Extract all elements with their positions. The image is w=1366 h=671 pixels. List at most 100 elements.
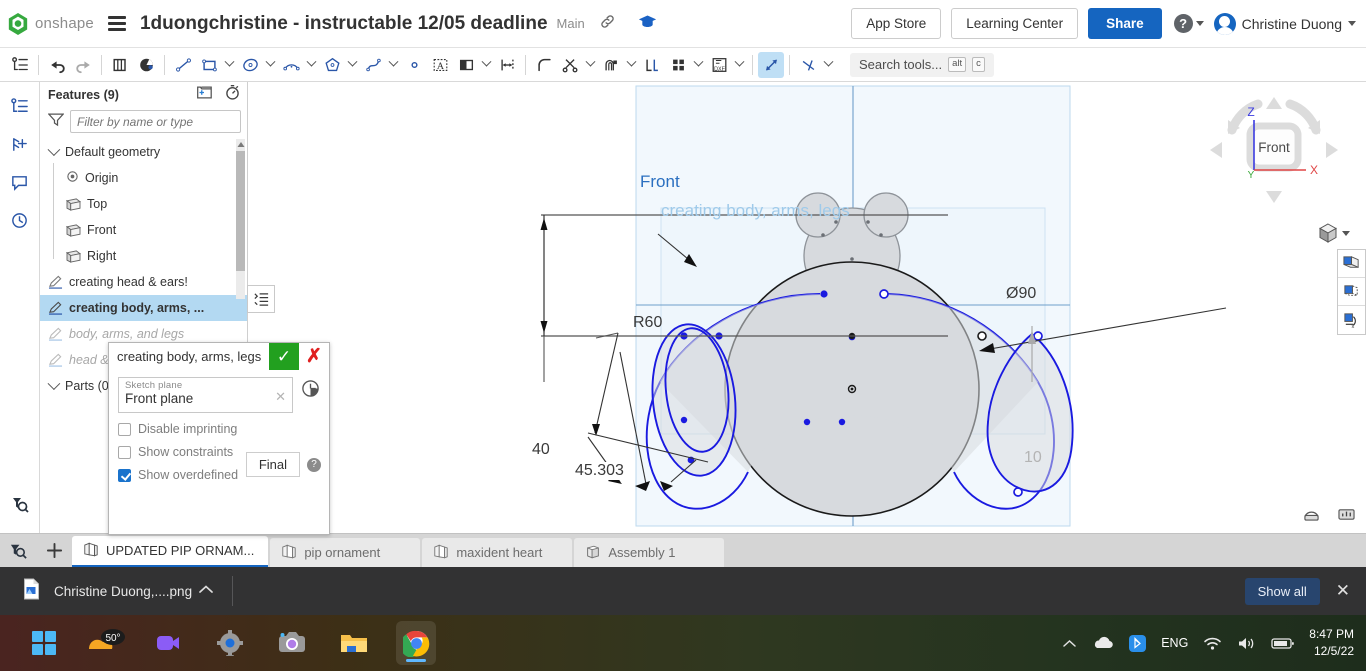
chevron-down-icon[interactable] bbox=[386, 52, 401, 78]
arm-angle-dimension-label[interactable]: 45.303 bbox=[573, 462, 626, 480]
app-store-button[interactable]: App Store bbox=[851, 8, 942, 39]
clock-icon[interactable] bbox=[301, 379, 320, 403]
sketch-plane-field[interactable]: Sketch plane Front plane ✕ bbox=[118, 377, 293, 413]
help-menu[interactable]: ? bbox=[1173, 14, 1204, 33]
mirror-tool-icon[interactable] bbox=[453, 52, 479, 78]
radius-dimension-label[interactable]: R60 bbox=[633, 314, 662, 332]
redo-icon[interactable] bbox=[70, 52, 96, 78]
diameter-dimension-label[interactable]: Ø90 bbox=[1006, 285, 1036, 303]
disable-imprinting-row[interactable]: Disable imprinting bbox=[118, 422, 320, 436]
pattern-tool-icon[interactable] bbox=[665, 52, 691, 78]
tree-item-top[interactable]: Top bbox=[40, 191, 247, 217]
user-menu[interactable]: Christine Duong bbox=[1213, 12, 1356, 35]
onedrive-icon[interactable] bbox=[1092, 636, 1114, 650]
bluetooth-icon[interactable] bbox=[1129, 634, 1147, 652]
offset-tool-icon[interactable] bbox=[598, 52, 624, 78]
final-button[interactable]: Final bbox=[245, 452, 300, 477]
circle-tool-icon[interactable] bbox=[237, 52, 263, 78]
chevron-down-icon[interactable] bbox=[624, 52, 639, 78]
onshape-logo-icon[interactable] bbox=[7, 12, 29, 36]
polygon-tool-icon[interactable] bbox=[319, 52, 345, 78]
tree-item-front[interactable]: Front bbox=[40, 217, 247, 243]
share-button[interactable]: Share bbox=[1088, 8, 1162, 39]
sidebar-feature-list-icon[interactable] bbox=[5, 90, 35, 122]
chevron-down-icon[interactable] bbox=[304, 52, 319, 78]
hidden-edges-icon[interactable] bbox=[1338, 278, 1365, 306]
tree-item-sketch-head-ears[interactable]: creating head & ears! bbox=[40, 269, 247, 295]
feature-list-toggle-button[interactable] bbox=[247, 285, 275, 313]
spline-tool-icon[interactable] bbox=[360, 52, 386, 78]
tab-maxident-heart[interactable]: maxident heart bbox=[422, 538, 573, 567]
chevron-down-icon[interactable] bbox=[821, 52, 836, 78]
sketch-color-icon[interactable] bbox=[133, 52, 159, 78]
settings-icon[interactable] bbox=[210, 621, 250, 665]
filter-icon[interactable] bbox=[47, 112, 65, 132]
transform-tool-icon[interactable] bbox=[758, 51, 784, 78]
link-icon[interactable] bbox=[599, 13, 616, 35]
stopwatch-icon[interactable] bbox=[224, 84, 241, 106]
offset-dimension-label[interactable]: 10 bbox=[1024, 449, 1042, 467]
weather-widget[interactable]: 50° bbox=[86, 621, 126, 665]
line-tool-icon[interactable] bbox=[170, 52, 196, 78]
wifi-icon[interactable] bbox=[1203, 636, 1222, 651]
sidebar-search-icon[interactable] bbox=[5, 488, 35, 520]
arc-tool-icon[interactable] bbox=[278, 52, 304, 78]
show-overdefined-checkbox[interactable] bbox=[118, 468, 131, 482]
chevron-down-icon[interactable] bbox=[345, 52, 360, 78]
document-title[interactable]: 1duongchristine - instructable 12/05 dea… bbox=[140, 13, 548, 35]
tab-assembly-1[interactable]: Assembly 1 bbox=[574, 538, 725, 567]
instrument-panel-icon[interactable] bbox=[1337, 506, 1356, 527]
tab-search-icon[interactable] bbox=[0, 533, 36, 567]
tree-item-right[interactable]: Right bbox=[40, 243, 247, 269]
copy-sketch-icon[interactable] bbox=[107, 52, 133, 78]
rectangle-tool-icon[interactable] bbox=[196, 52, 222, 78]
sidebar-comments-icon[interactable] bbox=[5, 166, 35, 198]
measure-icon[interactable]: x bbox=[1338, 306, 1365, 334]
fillet-tool-icon[interactable] bbox=[531, 52, 557, 78]
chevron-down-icon[interactable] bbox=[263, 52, 278, 78]
graduation-cap-icon[interactable] bbox=[638, 13, 657, 35]
hamburger-icon[interactable] bbox=[107, 13, 126, 34]
add-folder-icon[interactable] bbox=[195, 85, 213, 105]
text-tool-icon[interactable]: A bbox=[427, 52, 453, 78]
close-icon[interactable]: ✕ bbox=[1336, 581, 1350, 601]
filter-input[interactable] bbox=[70, 110, 241, 133]
disable-imprinting-checkbox[interactable] bbox=[118, 422, 131, 436]
tray-overflow-icon[interactable] bbox=[1062, 638, 1077, 649]
chevron-down-icon[interactable] bbox=[732, 52, 747, 78]
import-dxf-icon[interactable]: DXF bbox=[706, 52, 732, 78]
teams-icon[interactable] bbox=[148, 621, 188, 665]
chevron-down-icon[interactable] bbox=[583, 52, 598, 78]
search-tools-input[interactable]: Search tools... alt c bbox=[850, 52, 994, 77]
clear-icon[interactable]: ✕ bbox=[275, 389, 286, 405]
taskbar-clock[interactable]: 8:47 PM 12/5/22 bbox=[1309, 626, 1354, 661]
chevron-down-icon[interactable] bbox=[479, 52, 494, 78]
point-tool-icon[interactable] bbox=[401, 52, 427, 78]
help-icon[interactable]: ? bbox=[307, 457, 321, 472]
undo-icon[interactable] bbox=[44, 52, 70, 78]
camera-icon[interactable] bbox=[272, 621, 312, 665]
branch-label[interactable]: Main bbox=[557, 16, 585, 31]
height-dimension-label[interactable]: 40 bbox=[530, 441, 552, 459]
tree-group-default-geometry[interactable]: Default geometry bbox=[40, 139, 247, 165]
chevron-down-icon[interactable] bbox=[691, 52, 706, 78]
battery-icon[interactable] bbox=[1271, 637, 1295, 650]
sidebar-history-icon[interactable] bbox=[5, 204, 35, 236]
print-icon[interactable] bbox=[1302, 506, 1321, 527]
add-tab-icon[interactable] bbox=[36, 533, 72, 567]
volume-icon[interactable] bbox=[1237, 636, 1256, 651]
show-all-button[interactable]: Show all bbox=[1244, 577, 1320, 605]
tab-pip-ornament[interactable]: pip ornament bbox=[270, 538, 421, 567]
view-style-control[interactable] bbox=[1317, 222, 1350, 244]
tree-item-sketch-body-arms[interactable]: creating body, arms, ... bbox=[40, 295, 247, 321]
check-icon[interactable]: ✓ bbox=[269, 343, 299, 370]
feature-tree-scroll-thumb[interactable] bbox=[236, 151, 245, 271]
sidebar-add-icon[interactable] bbox=[5, 128, 35, 160]
view-cube[interactable]: Z X Y Front bbox=[1204, 90, 1344, 210]
show-constraints-checkbox[interactable] bbox=[118, 445, 131, 459]
scroll-up-icon[interactable] bbox=[236, 139, 245, 150]
file-explorer-icon[interactable] bbox=[334, 621, 374, 665]
graphics-area[interactable]: Front creating body, arms, legs 40 R60 Ø… bbox=[248, 82, 1366, 533]
trim-tool-icon[interactable] bbox=[557, 52, 583, 78]
dimension-tool-icon[interactable] bbox=[494, 52, 520, 78]
